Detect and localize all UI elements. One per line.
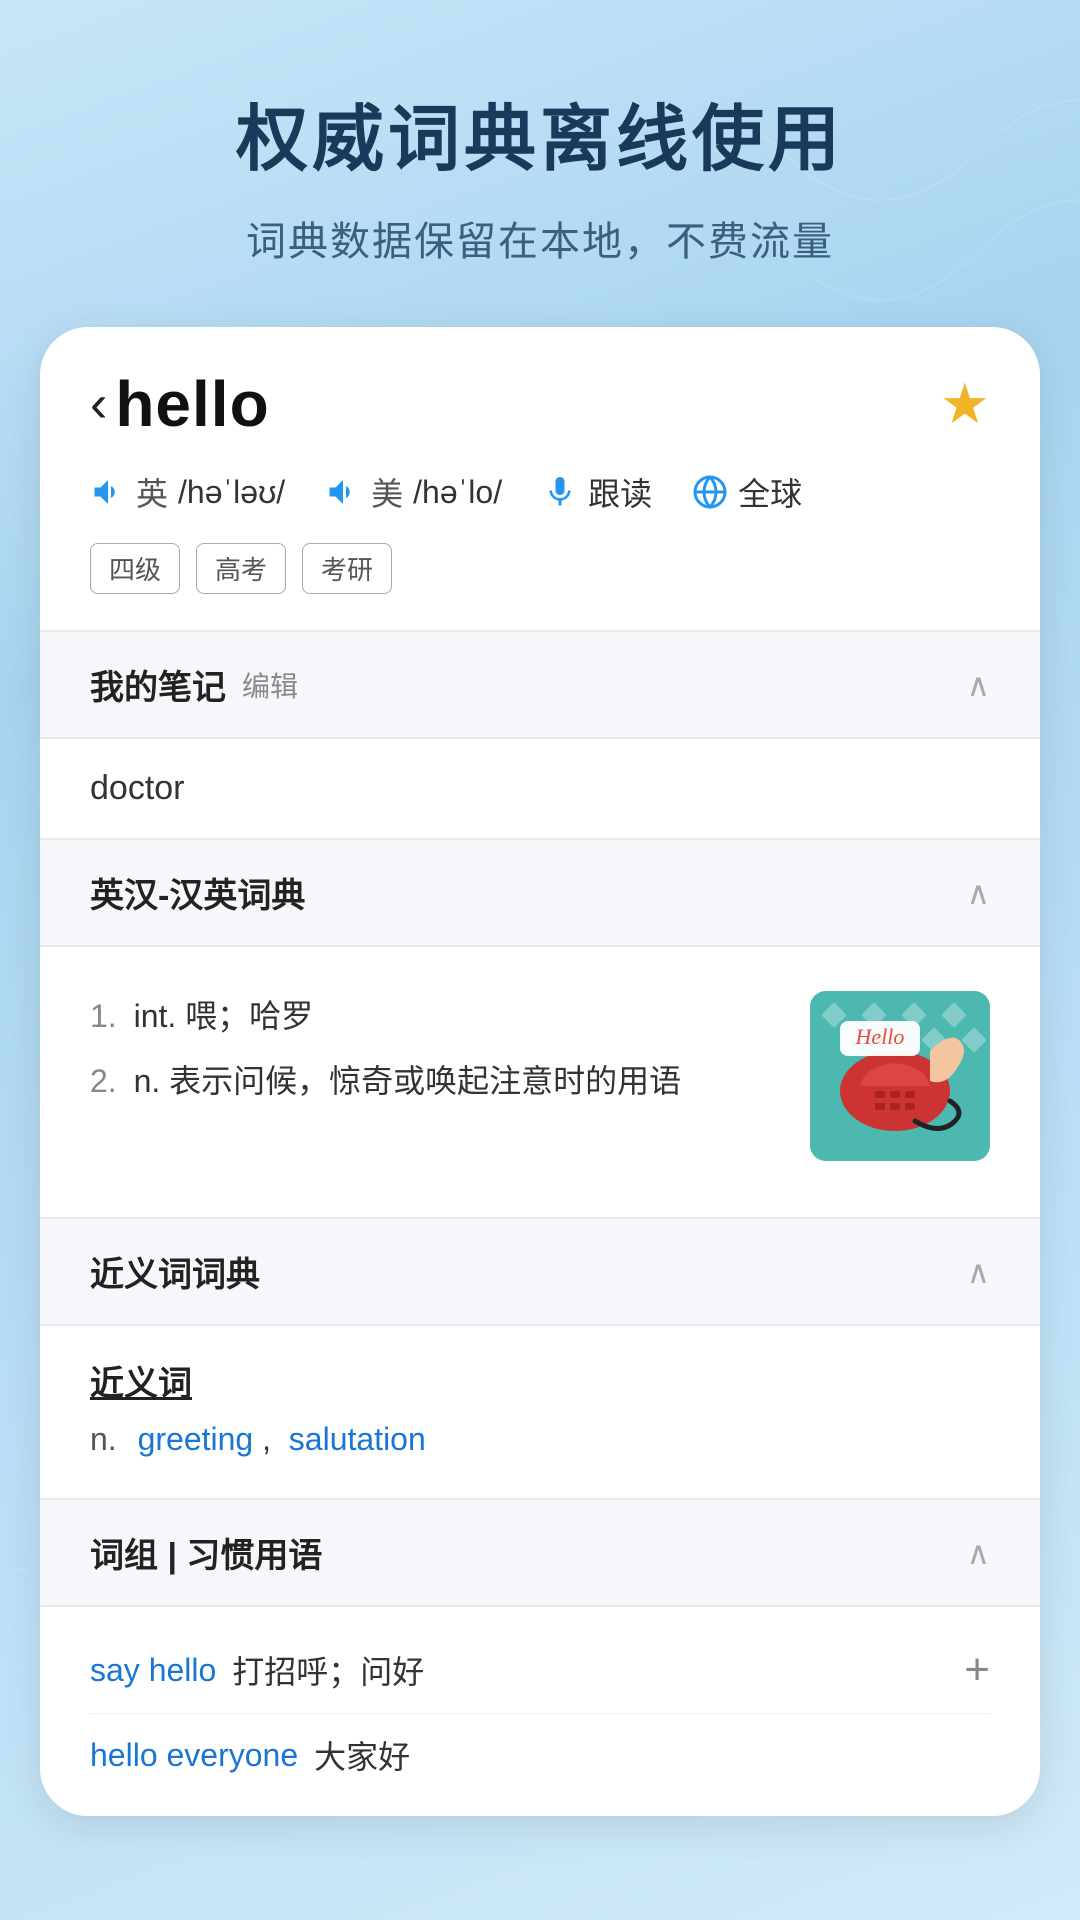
pron-us-ipa: /həˈlo/ — [413, 474, 502, 511]
tag-cet4: 四级 — [90, 543, 180, 594]
follow-read-label: 跟读 — [588, 469, 652, 515]
entry-1-text: 喂；哈罗 — [185, 998, 313, 1034]
hello-image: Hello — [810, 991, 990, 1161]
tags-row: 四级 高考 考研 — [90, 543, 990, 594]
phrase-row-2: hello everyone 大家好 — [90, 1714, 990, 1796]
entry-1-pos: int. — [134, 998, 186, 1034]
notes-chevron: ∧ — [967, 666, 990, 704]
synonyms-section-title: 近义词词典 — [90, 1247, 260, 1296]
synonym-heading: 近义词 — [90, 1356, 990, 1405]
sub-title: 词典数据保留在本地，不费流量 — [40, 209, 1040, 267]
phrase-meaning-2: 大家好 — [314, 1732, 410, 1778]
pronunciation-row: 英 /həˈləʊ/ 美 /həˈlo/ 跟读 — [90, 469, 990, 515]
phrase-left-2: hello everyone 大家好 — [90, 1732, 990, 1778]
phrases-content: say hello 打招呼；问好 + hello everyone 大家好 — [40, 1607, 1040, 1816]
microphone-icon — [542, 474, 578, 510]
synonym-row: n. greeting , salutation — [90, 1421, 990, 1458]
notes-title-left: 我的笔记 编辑 — [90, 660, 298, 709]
tag-gaokao: 高考 — [196, 543, 286, 594]
speaker-uk-icon — [90, 474, 126, 510]
entry-1-num: 1. — [90, 998, 117, 1034]
dict-content: 1. int. 喂；哈罗 2. n. 表示问候，惊奇或唤起注意时的用语 — [40, 947, 1040, 1217]
svg-text:Hello: Hello — [855, 1024, 905, 1049]
word-text: hello — [115, 367, 269, 441]
star-icon[interactable]: ★ — [940, 371, 990, 437]
phrase-word-2[interactable]: hello everyone — [90, 1737, 298, 1774]
entry-2-pos: n. — [134, 1063, 170, 1099]
dict-entry: 1. int. 喂；哈罗 2. n. 表示问候，惊奇或唤起注意时的用语 — [90, 971, 990, 1181]
synonym-word-2[interactable]: salutation — [289, 1421, 426, 1457]
back-icon[interactable]: ‹ — [90, 378, 107, 430]
notes-edit[interactable]: 编辑 — [242, 665, 298, 705]
notes-content: doctor — [40, 739, 1040, 838]
entry-2-text: 表示问候，惊奇或唤起注意时的用语 — [169, 1063, 681, 1099]
pron-us-label: 美 — [371, 469, 403, 515]
entry-1: 1. int. 喂；哈罗 — [90, 991, 780, 1042]
speaker-us-icon — [325, 474, 361, 510]
note-text: doctor — [90, 769, 990, 808]
dict-card: ‹ hello ★ 英 /həˈləʊ/ 美 /həˈlo/ — [40, 327, 1040, 1816]
notes-title: 我的笔记 — [90, 660, 226, 709]
entry-2: 2. n. 表示问候，惊奇或唤起注意时的用语 — [90, 1056, 780, 1107]
dict-section-title: 英汉-汉英词典 — [90, 868, 305, 917]
phrase-meaning-1: 打招呼；问好 — [232, 1647, 424, 1693]
synonym-pos: n. — [90, 1421, 117, 1457]
tag-kaoyan: 考研 — [302, 543, 392, 594]
hello-image-svg: Hello — [810, 991, 990, 1161]
pron-uk-ipa: /həˈləʊ/ — [178, 474, 285, 511]
global-icon — [692, 474, 728, 510]
follow-read-button[interactable]: 跟读 — [542, 469, 652, 515]
global-label: 全球 — [738, 469, 802, 515]
main-title: 权威词典离线使用 — [40, 80, 1040, 185]
notes-section-header[interactable]: 我的笔记 编辑 ∧ — [40, 632, 1040, 737]
global-button[interactable]: 全球 — [692, 469, 802, 515]
phrase-left-1: say hello 打招呼；问好 — [90, 1647, 964, 1693]
american-pronunciation[interactable]: 美 /həˈlo/ — [325, 469, 502, 515]
word-title-row: ‹ hello ★ — [90, 367, 990, 441]
british-pronunciation[interactable]: 英 /həˈləʊ/ — [90, 469, 285, 515]
word-header: ‹ hello ★ 英 /həˈləʊ/ 美 /həˈlo/ — [40, 327, 1040, 630]
phrases-section-title: 词组 | 习惯用语 — [90, 1528, 322, 1577]
entry-2-num: 2. — [90, 1063, 117, 1099]
synonyms-section-header[interactable]: 近义词词典 ∧ — [40, 1219, 1040, 1324]
phrase-row-1: say hello 打招呼；问好 + — [90, 1627, 990, 1714]
synonym-comma: , — [262, 1421, 280, 1457]
header-section: 权威词典离线使用 词典数据保留在本地，不费流量 — [0, 0, 1080, 327]
entries-text: 1. int. 喂；哈罗 2. n. 表示问候，惊奇或唤起注意时的用语 — [90, 991, 780, 1121]
pron-uk-label: 英 — [136, 469, 168, 515]
synonym-word-1[interactable]: greeting — [138, 1421, 254, 1457]
word-back-row: ‹ hello — [90, 367, 270, 441]
dict-section-header[interactable]: 英汉-汉英词典 ∧ — [40, 840, 1040, 945]
phrase-word-1[interactable]: say hello — [90, 1652, 216, 1689]
synonyms-chevron: ∧ — [967, 1253, 990, 1291]
phrase-add-button-1[interactable]: + — [964, 1645, 990, 1695]
dict-chevron: ∧ — [967, 874, 990, 912]
synonyms-content: 近义词 n. greeting , salutation — [40, 1326, 1040, 1498]
phrases-section-header[interactable]: 词组 | 习惯用语 ∧ — [40, 1500, 1040, 1605]
phrases-chevron: ∧ — [967, 1534, 990, 1572]
